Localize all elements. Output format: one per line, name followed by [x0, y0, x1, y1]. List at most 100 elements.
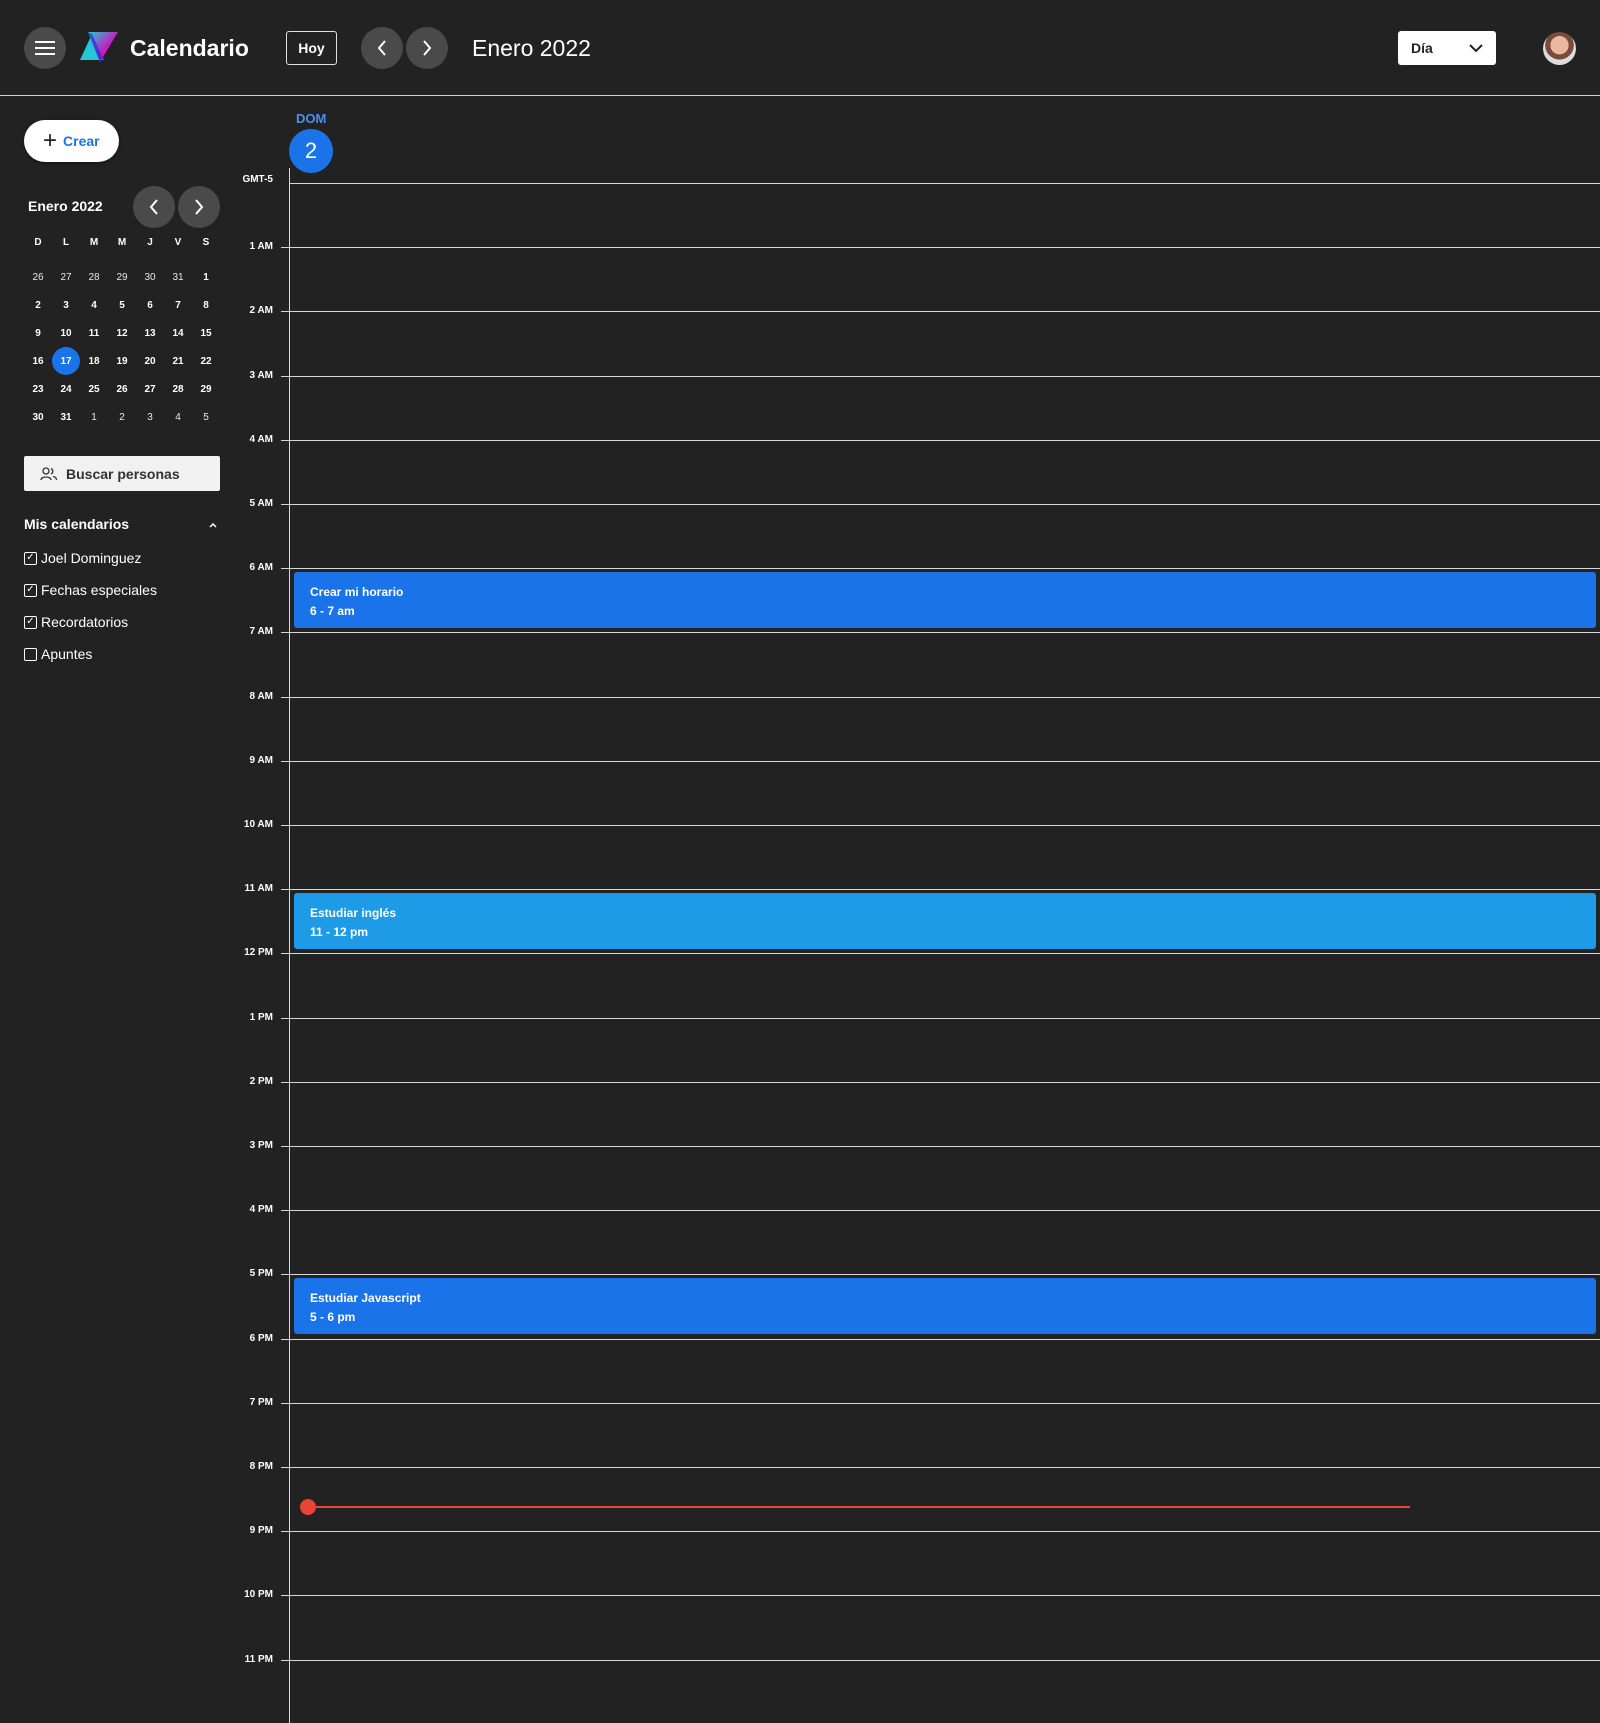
hour-row[interactable]: 1 PM — [0, 1012, 1600, 1023]
search-people-input[interactable]: Buscar personas — [24, 456, 220, 491]
mini-calendar-day[interactable]: 7 — [164, 291, 192, 319]
mini-calendar-day[interactable]: 26 — [24, 263, 52, 291]
hour-row[interactable]: 3 AM — [0, 370, 1600, 381]
mini-calendar-day[interactable]: 4 — [80, 291, 108, 319]
checkbox-unchecked-icon[interactable] — [24, 647, 37, 661]
mini-calendar-day[interactable]: 30 — [136, 263, 164, 291]
today-button[interactable]: Hoy — [286, 31, 337, 65]
mini-calendar-day[interactable]: 28 — [164, 375, 192, 403]
checkbox-checked-icon[interactable]: ✓ — [24, 551, 37, 565]
hour-line — [281, 1659, 1600, 1661]
calendar-item[interactable]: ✓ Joel Dominguez — [24, 542, 220, 574]
user-avatar[interactable] — [1543, 32, 1576, 65]
day-number-badge[interactable]: 2 — [289, 129, 333, 173]
hour-row[interactable]: 7 PM — [0, 1397, 1600, 1408]
hour-row[interactable]: 1 AM — [0, 241, 1600, 252]
create-event-button[interactable]: + Crear — [24, 120, 119, 162]
mini-calendar-day[interactable]: 5 — [108, 291, 136, 319]
previous-period-button[interactable] — [361, 27, 403, 69]
mini-calendar-day[interactable]: 19 — [108, 347, 136, 375]
calendar-event[interactable]: Estudiar inglés 11 - 12 pm — [294, 893, 1596, 950]
mini-calendar-day[interactable]: 27 — [52, 263, 80, 291]
mini-calendar-day[interactable]: 12 — [108, 319, 136, 347]
hour-line — [281, 1595, 1600, 1597]
top-app-bar: Calendario Hoy Enero 2022 Día — [0, 0, 1600, 96]
hour-row[interactable]: 6 PM — [0, 1333, 1600, 1344]
mini-calendar-day[interactable]: 20 — [136, 347, 164, 375]
mini-calendar-day[interactable]: 15 — [192, 319, 220, 347]
hour-row[interactable]: 10 AM — [0, 819, 1600, 830]
mini-calendar-prev-button[interactable] — [133, 186, 175, 228]
mini-calendar-weekday: M — [89, 236, 99, 248]
calendar-event[interactable]: Crear mi horario 6 - 7 am — [294, 572, 1596, 629]
mini-calendar-day[interactable]: 24 — [52, 375, 80, 403]
mini-calendar-day[interactable]: 8 — [192, 291, 220, 319]
hour-row[interactable]: 8 PM — [0, 1461, 1600, 1472]
mini-calendar-day[interactable]: 13 — [136, 319, 164, 347]
calendar-item[interactable]: ✓ Fechas especiales — [24, 574, 220, 606]
mini-calendar-day[interactable]: 21 — [164, 347, 192, 375]
chevron-up-icon[interactable] — [206, 518, 220, 532]
mini-calendar-day-number: 29 — [116, 271, 128, 283]
mini-calendar-weekday: J — [147, 236, 153, 248]
mini-calendar-day[interactable]: 4 — [164, 403, 192, 431]
mini-calendar-day[interactable]: 22 — [192, 347, 220, 375]
mini-calendar-day[interactable]: 1 — [80, 403, 108, 431]
mini-calendar-day[interactable]: 27 — [136, 375, 164, 403]
mini-calendar-next-button[interactable] — [178, 186, 220, 228]
main-menu-button[interactable] — [24, 27, 66, 69]
hour-row[interactable]: 6 AM — [0, 562, 1600, 573]
hour-row[interactable]: 2 AM — [0, 305, 1600, 316]
mini-calendar-day[interactable]: 3 — [136, 403, 164, 431]
hour-row[interactable]: 9 PM — [0, 1525, 1600, 1536]
mini-calendar-day[interactable]: 2 — [108, 403, 136, 431]
mini-calendar-day[interactable]: 3 — [52, 291, 80, 319]
mini-calendar-day[interactable]: 25 — [80, 375, 108, 403]
hour-row[interactable]: 9 AM — [0, 755, 1600, 766]
mini-calendar-day[interactable]: 29 — [192, 375, 220, 403]
mini-calendar-day[interactable]: 16 — [24, 347, 52, 375]
calendar-item[interactable]: Apuntes — [24, 638, 220, 670]
mini-calendar-day[interactable]: 30 — [24, 403, 52, 431]
hour-row[interactable]: 11 PM — [0, 1654, 1600, 1665]
mini-calendar-day-number: 22 — [200, 355, 212, 367]
mini-calendar-day[interactable]: 31 — [164, 263, 192, 291]
mini-calendar-day[interactable]: 31 — [52, 403, 80, 431]
hour-row[interactable]: 11 AM — [0, 883, 1600, 894]
hour-row[interactable]: 3 PM — [0, 1140, 1600, 1151]
hour-row[interactable]: 10 PM — [0, 1589, 1600, 1600]
mini-calendar-day[interactable]: 11 — [80, 319, 108, 347]
mini-calendar-day[interactable]: 1 — [192, 263, 220, 291]
current-time-line — [308, 1505, 1410, 1508]
hour-row[interactable]: 2 PM — [0, 1076, 1600, 1087]
hour-row[interactable]: 7 AM — [0, 626, 1600, 637]
event-title: Crear mi horario — [310, 585, 404, 600]
mini-calendar-day[interactable]: 6 — [136, 291, 164, 319]
mini-calendar-day[interactable]: 17 — [52, 347, 80, 375]
event-time: 5 - 6 pm — [310, 1310, 356, 1325]
hour-row[interactable]: 5 AM — [0, 498, 1600, 509]
hour-row[interactable]: 5 PM — [0, 1268, 1600, 1279]
hour-row[interactable]: 8 AM — [0, 691, 1600, 702]
hour-line — [281, 1146, 1600, 1147]
view-selector[interactable]: Día — [1398, 31, 1496, 65]
hour-label: 4 AM — [249, 433, 273, 445]
hour-row[interactable]: 12 PM — [0, 947, 1600, 958]
mini-calendar-day[interactable]: 14 — [164, 319, 192, 347]
mini-calendar-day[interactable]: 26 — [108, 375, 136, 403]
mini-calendar-day[interactable]: 5 — [192, 403, 220, 431]
calendar-event[interactable]: Estudiar Javascript 5 - 6 pm — [294, 1278, 1596, 1335]
mini-calendar-day[interactable]: 10 — [52, 319, 80, 347]
mini-calendar-day[interactable]: 9 — [24, 319, 52, 347]
mini-calendar-day[interactable]: 2 — [24, 291, 52, 319]
checkbox-checked-icon[interactable]: ✓ — [24, 615, 37, 629]
next-period-button[interactable] — [406, 27, 448, 69]
mini-calendar-day[interactable]: 28 — [80, 263, 108, 291]
hour-label: 10 PM — [244, 1589, 273, 1601]
mini-calendar-day[interactable]: 29 — [108, 263, 136, 291]
hour-row[interactable]: 4 PM — [0, 1204, 1600, 1215]
mini-calendar-day[interactable]: 23 — [24, 375, 52, 403]
checkbox-checked-icon[interactable]: ✓ — [24, 583, 37, 597]
hour-row[interactable]: 4 AM — [0, 434, 1600, 445]
mini-calendar-day[interactable]: 18 — [80, 347, 108, 375]
